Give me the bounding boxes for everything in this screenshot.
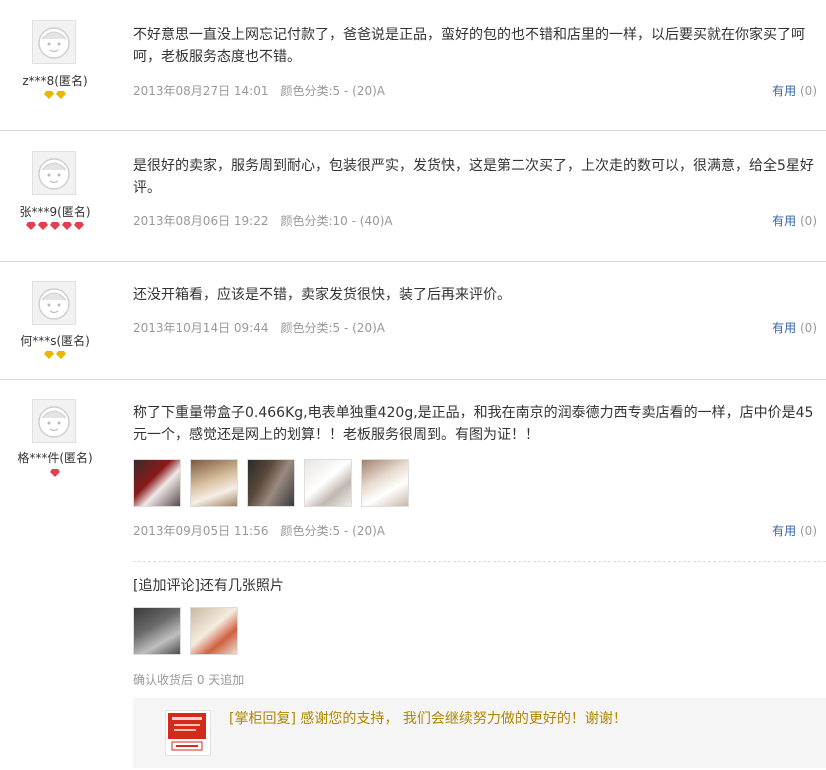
gold-diamond-icon: [56, 91, 66, 99]
seller-reply-text: [掌柜回复] 感谢您的支持， 我们会继续努力做的更好的！谢谢！: [229, 711, 627, 727]
useful-label: 有用: [772, 321, 797, 335]
gold-diamond-icon: [56, 351, 66, 359]
useful-button[interactable]: 有用 (0): [772, 319, 817, 336]
review-photos: [133, 459, 418, 507]
product-spec: 颜色分类:5 - (20)A: [280, 524, 385, 538]
reviewer-name: 格***件(匿名): [17, 451, 93, 465]
red-diamond-icon: [50, 222, 60, 230]
avatar[interactable]: [32, 151, 76, 195]
buyer-level-badges: [0, 222, 110, 230]
reviewer-name: z***8(匿名): [22, 74, 88, 88]
avatar[interactable]: [32, 281, 76, 325]
useful-label: 有用: [772, 84, 797, 98]
review-date: 2013年09月05日 11:56: [133, 524, 269, 538]
red-diamond-icon: [50, 469, 60, 477]
useful-button[interactable]: 有用 (0): [772, 82, 817, 99]
photo-thumbnail[interactable]: [304, 459, 352, 507]
avatar[interactable]: [32, 20, 76, 64]
photo-thumbnail[interactable]: [190, 607, 238, 655]
useful-label: 有用: [772, 214, 797, 228]
review-content: 称了下重量带盒子0.466Kg,电表单独重420g,是正品，和我在南京的润泰德力…: [133, 405, 814, 443]
append-review-title: [追加评论]还有几张照片: [133, 578, 284, 594]
append-photos: [133, 607, 247, 655]
red-diamond-icon: [74, 222, 84, 230]
review-item: 何***s(匿名) 还没开箱看，应该是不错，卖家发货很快，装了后再来评价。 20…: [0, 262, 826, 380]
product-spec: 颜色分类:5 - (20)A: [280, 84, 385, 98]
avatar-face-icon: [38, 288, 70, 320]
photo-thumbnail[interactable]: [190, 459, 238, 507]
photo-thumbnail[interactable]: [133, 459, 181, 507]
review-content: 还没开箱看，应该是不错，卖家发货很快，装了后再来评价。: [133, 287, 511, 303]
buyer-level-badges: [0, 91, 110, 99]
avatar[interactable]: [32, 399, 76, 443]
reviewer-name: 张***9(匿名): [19, 205, 91, 219]
red-diamond-icon: [26, 222, 36, 230]
review-content: 是很好的卖家，服务周到耐心，包装很严实，发货快，这是第二次买了，上次走的数可以，…: [133, 158, 814, 196]
review-meta: 2013年10月14日 09:44 颜色分类:5 - (20)A: [133, 319, 385, 336]
divider: [133, 561, 826, 562]
useful-count: (0): [800, 214, 817, 228]
buyer-level-badges: [0, 351, 110, 359]
review-date: 2013年08月27日 14:01: [133, 84, 269, 98]
avatar-face-icon: [38, 158, 70, 190]
shop-logo-icon: [168, 713, 206, 751]
red-diamond-icon: [62, 222, 72, 230]
useful-label: 有用: [772, 524, 797, 538]
photo-thumbnail[interactable]: [133, 607, 181, 655]
product-spec: 颜色分类:10 - (40)A: [280, 214, 393, 228]
review-meta: 2013年08月06日 19:22 颜色分类:10 - (40)A: [133, 212, 393, 229]
useful-count: (0): [800, 524, 817, 538]
red-diamond-icon: [38, 222, 48, 230]
useful-count: (0): [800, 84, 817, 98]
review-date: 2013年10月14日 09:44: [133, 321, 269, 335]
append-note: 确认收货后 0 天追加: [133, 673, 245, 687]
photo-thumbnail[interactable]: [247, 459, 295, 507]
review-item: z***8(匿名) 不好意思一直没上网忘记付款了，爸爸说是正品，蛮好的包的也不错…: [0, 0, 826, 131]
seller-reply: [掌柜回复] 感谢您的支持， 我们会继续努力做的更好的！谢谢！: [133, 698, 826, 768]
useful-button[interactable]: 有用 (0): [772, 522, 817, 539]
avatar-face-icon: [38, 406, 70, 438]
avatar-face-icon: [38, 27, 70, 59]
shop-logo: [165, 710, 211, 756]
buyer-level-badges: [0, 469, 110, 477]
review-meta: 2013年08月27日 14:01 颜色分类:5 - (20)A: [133, 82, 385, 99]
gold-diamond-icon: [44, 91, 54, 99]
review-content: 不好意思一直没上网忘记付款了，爸爸说是正品，蛮好的包的也不错和店里的一样，以后要…: [133, 27, 805, 65]
reviewer-name: 何***s(匿名): [20, 334, 90, 348]
useful-count: (0): [800, 321, 817, 335]
gold-diamond-icon: [44, 351, 54, 359]
review-meta: 2013年09月05日 11:56 颜色分类:5 - (20)A: [133, 522, 385, 539]
photo-thumbnail[interactable]: [361, 459, 409, 507]
review-item: 张***9(匿名) 是很好的卖家，服务周到耐心，包装很严实，发货快，这是第二次买…: [0, 131, 826, 262]
product-spec: 颜色分类:5 - (20)A: [280, 321, 385, 335]
review-date: 2013年08月06日 19:22: [133, 214, 269, 228]
review-item: 格***件(匿名) 称了下重量带盒子0.466Kg,电表单独重420g,是正品，…: [0, 380, 826, 770]
useful-button[interactable]: 有用 (0): [772, 212, 817, 229]
